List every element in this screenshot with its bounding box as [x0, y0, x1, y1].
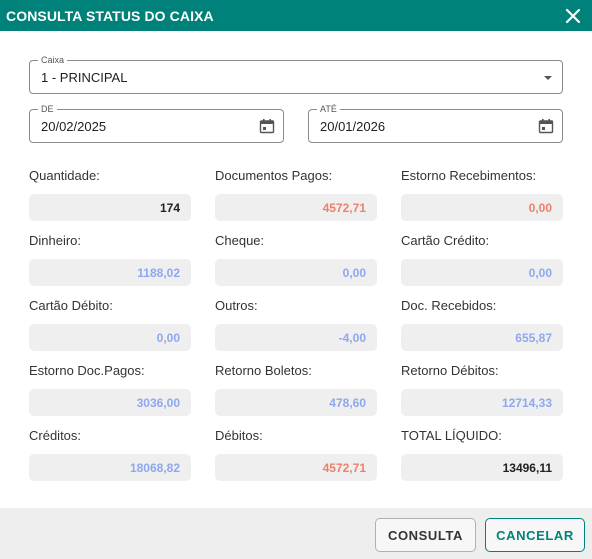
- stat-value: 13496,11: [401, 454, 563, 481]
- ate-legend: ATÉ: [317, 103, 340, 115]
- stat-label: Dinheiro:: [29, 233, 82, 248]
- stat-value: 18068,82: [29, 454, 191, 481]
- dropdown-arrow-icon[interactable]: [544, 76, 552, 80]
- stat-label: Documentos Pagos:: [215, 168, 333, 183]
- stat-creditos: Créditos: 18068,82: [29, 427, 191, 492]
- stat-estorno-recebimentos: Estorno Recebimentos: 0,00: [401, 167, 563, 232]
- stat-estorno-doc-pagos: Estorno Doc.Pagos: 3036,00: [29, 362, 191, 427]
- stat-cartao-credito: Cartão Crédito: 0,00: [401, 232, 563, 297]
- de-legend: DE: [38, 103, 57, 115]
- stat-label: Estorno Doc.Pagos:: [29, 363, 145, 378]
- stat-value: 4572,71: [215, 194, 377, 221]
- stat-value: 0,00: [401, 259, 563, 286]
- stat-label: Retorno Débitos:: [401, 363, 499, 378]
- caixa-legend: Caixa: [38, 54, 68, 66]
- stat-value: -4,00: [215, 324, 377, 351]
- caixa-select[interactable]: Caixa 1 - PRINCIPAL: [29, 54, 563, 94]
- de-date-field[interactable]: DE 20/02/2025: [29, 103, 284, 143]
- stat-label: Estorno Recebimentos:: [401, 168, 537, 183]
- stat-label: Outros:: [215, 298, 258, 313]
- stat-label: Quantidade:: [29, 168, 100, 183]
- stat-documentos-pagos: Documentos Pagos: 4572,71: [215, 167, 377, 232]
- de-value: 20/02/2025: [41, 119, 107, 134]
- dialog-title: CONSULTA STATUS DO CAIXA: [6, 7, 214, 24]
- stat-label: Débitos:: [215, 428, 263, 443]
- stat-retorno-boletos: Retorno Boletos: 478,60: [215, 362, 377, 427]
- consulta-button[interactable]: CONSULTA: [375, 518, 476, 552]
- close-icon[interactable]: [560, 3, 586, 29]
- stat-label: Doc. Recebidos:: [401, 298, 497, 313]
- stat-value: 1188,02: [29, 259, 191, 286]
- date-range-row: DE 20/02/2025 ATÉ 20/01/2026: [29, 103, 563, 143]
- calendar-icon[interactable]: [259, 118, 275, 139]
- caixa-value: 1 - PRINCIPAL: [41, 70, 128, 85]
- stat-label: Cartão Débito:: [29, 298, 113, 313]
- stats-grid: Quantidade: 174 Documentos Pagos: 4572,7…: [29, 167, 563, 492]
- stat-value: 174: [29, 194, 191, 221]
- stat-value: 0,00: [29, 324, 191, 351]
- dialog-content: Caixa 1 - PRINCIPAL DE 20/02/2025 ATÉ 20…: [0, 31, 592, 492]
- stat-value: 655,87: [401, 324, 563, 351]
- stat-dinheiro: Dinheiro: 1188,02: [29, 232, 191, 297]
- stat-label: Retorno Boletos:: [215, 363, 312, 378]
- stat-cartao-debito: Cartão Débito: 0,00: [29, 297, 191, 362]
- stat-value: 4572,71: [215, 454, 377, 481]
- dialog-footer: CONSULTA CANCELAR: [0, 508, 592, 559]
- ate-date-field[interactable]: ATÉ 20/01/2026: [308, 103, 563, 143]
- stat-value: 478,60: [215, 389, 377, 416]
- stat-outros: Outros: -4,00: [215, 297, 377, 362]
- stat-value: 0,00: [215, 259, 377, 286]
- stat-retorno-debitos: Retorno Débitos: 12714,33: [401, 362, 563, 427]
- ate-value: 20/01/2026: [320, 119, 386, 134]
- stat-label: Cartão Crédito:: [401, 233, 490, 248]
- stat-cheque: Cheque: 0,00: [215, 232, 377, 297]
- stat-label: Cheque:: [215, 233, 265, 248]
- stat-doc-recebidos: Doc. Recebidos: 655,87: [401, 297, 563, 362]
- stat-value: 0,00: [401, 194, 563, 221]
- dialog-titlebar: CONSULTA STATUS DO CAIXA: [0, 0, 592, 31]
- consulta-status-dialog: CONSULTA STATUS DO CAIXA Caixa 1 - PRINC…: [0, 0, 592, 559]
- stat-quantidade: Quantidade: 174: [29, 167, 191, 232]
- stat-debitos: Débitos: 4572,71: [215, 427, 377, 492]
- stat-total-liquido: TOTAL LÍQUIDO: 13496,11: [401, 427, 563, 492]
- stat-label: TOTAL LÍQUIDO:: [401, 428, 502, 443]
- stat-label: Créditos:: [29, 428, 82, 443]
- stat-value: 12714,33: [401, 389, 563, 416]
- cancelar-button[interactable]: CANCELAR: [485, 518, 585, 552]
- calendar-icon[interactable]: [538, 118, 554, 139]
- stat-value: 3036,00: [29, 389, 191, 416]
